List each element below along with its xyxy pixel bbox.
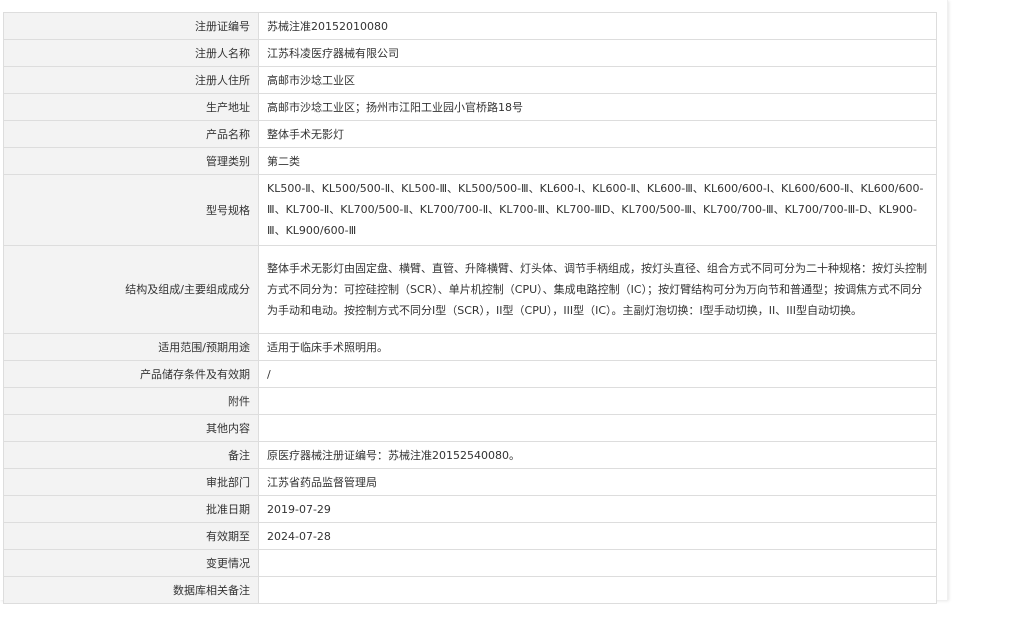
field-value: KL500-Ⅱ、KL500/500-Ⅱ、KL500-Ⅲ、KL500/500-Ⅲ、… <box>258 174 937 246</box>
field-value: / <box>258 360 937 388</box>
field-value <box>258 414 937 442</box>
field-value: 原医疗器械注册证编号：苏械注准20152540080。 <box>258 441 937 469</box>
field-value: 整体手术无影灯由固定盘、横臂、直管、升降横臂、灯头体、调节手柄组成，按灯头直径、… <box>258 245 937 334</box>
field-label: 批准日期 <box>3 495 259 523</box>
table-row: 结构及组成/主要组成成分 整体手术无影灯由固定盘、横臂、直管、升降横臂、灯头体、… <box>3 245 937 334</box>
field-value <box>258 576 937 604</box>
field-label: 变更情况 <box>3 549 259 577</box>
table-row: 附件 <box>3 387 937 415</box>
field-value: 苏械注准20152010080 <box>258 12 937 40</box>
table-row: 有效期至 2024-07-28 <box>3 522 937 550</box>
detail-panel: 注册证编号 苏械注准20152010080 注册人名称 江苏科凌医疗器械有限公司… <box>0 0 948 604</box>
field-label: 结构及组成/主要组成成分 <box>3 245 259 334</box>
table-row: 数据库相关备注 <box>3 576 937 604</box>
field-label: 管理类别 <box>3 147 259 175</box>
field-value: 第二类 <box>258 147 937 175</box>
field-value: 江苏省药品监督管理局 <box>258 468 937 496</box>
field-value: 高邮市沙埝工业区；扬州市江阳工业园小官桥路18号 <box>258 93 937 121</box>
table-row: 管理类别 第二类 <box>3 147 937 175</box>
field-value <box>258 549 937 577</box>
field-label: 产品名称 <box>3 120 259 148</box>
table-row: 审批部门 江苏省药品监督管理局 <box>3 468 937 496</box>
table-row: 变更情况 <box>3 549 937 577</box>
field-label: 有效期至 <box>3 522 259 550</box>
table-row: 适用范围/预期用途 适用于临床手术照明用。 <box>3 333 937 361</box>
field-value <box>258 387 937 415</box>
field-label: 数据库相关备注 <box>3 576 259 604</box>
table-row: 型号规格 KL500-Ⅱ、KL500/500-Ⅱ、KL500-Ⅲ、KL500/5… <box>3 174 937 246</box>
field-label: 生产地址 <box>3 93 259 121</box>
table-row: 生产地址 高邮市沙埝工业区；扬州市江阳工业园小官桥路18号 <box>3 93 937 121</box>
field-label: 附件 <box>3 387 259 415</box>
field-label: 产品储存条件及有效期 <box>3 360 259 388</box>
table-row: 其他内容 <box>3 414 937 442</box>
table-row: 批准日期 2019-07-29 <box>3 495 937 523</box>
table-row: 注册人名称 江苏科凌医疗器械有限公司 <box>3 39 937 67</box>
field-label: 注册证编号 <box>3 12 259 40</box>
field-label: 适用范围/预期用途 <box>3 333 259 361</box>
table-row: 产品储存条件及有效期 / <box>3 360 937 388</box>
table-row: 备注 原医疗器械注册证编号：苏械注准20152540080。 <box>3 441 937 469</box>
registration-detail-table: 注册证编号 苏械注准20152010080 注册人名称 江苏科凌医疗器械有限公司… <box>3 12 937 604</box>
field-label: 注册人住所 <box>3 66 259 94</box>
field-value: 2024-07-28 <box>258 522 937 550</box>
field-label: 型号规格 <box>3 174 259 246</box>
field-value: 江苏科凌医疗器械有限公司 <box>258 39 937 67</box>
field-label: 备注 <box>3 441 259 469</box>
table-row: 产品名称 整体手术无影灯 <box>3 120 937 148</box>
table-row: 注册人住所 高邮市沙埝工业区 <box>3 66 937 94</box>
field-value: 适用于临床手术照明用。 <box>258 333 937 361</box>
field-value: 高邮市沙埝工业区 <box>258 66 937 94</box>
field-label: 审批部门 <box>3 468 259 496</box>
field-value: 2019-07-29 <box>258 495 937 523</box>
table-row: 注册证编号 苏械注准20152010080 <box>3 12 937 40</box>
field-label: 其他内容 <box>3 414 259 442</box>
field-value: 整体手术无影灯 <box>258 120 937 148</box>
field-label: 注册人名称 <box>3 39 259 67</box>
